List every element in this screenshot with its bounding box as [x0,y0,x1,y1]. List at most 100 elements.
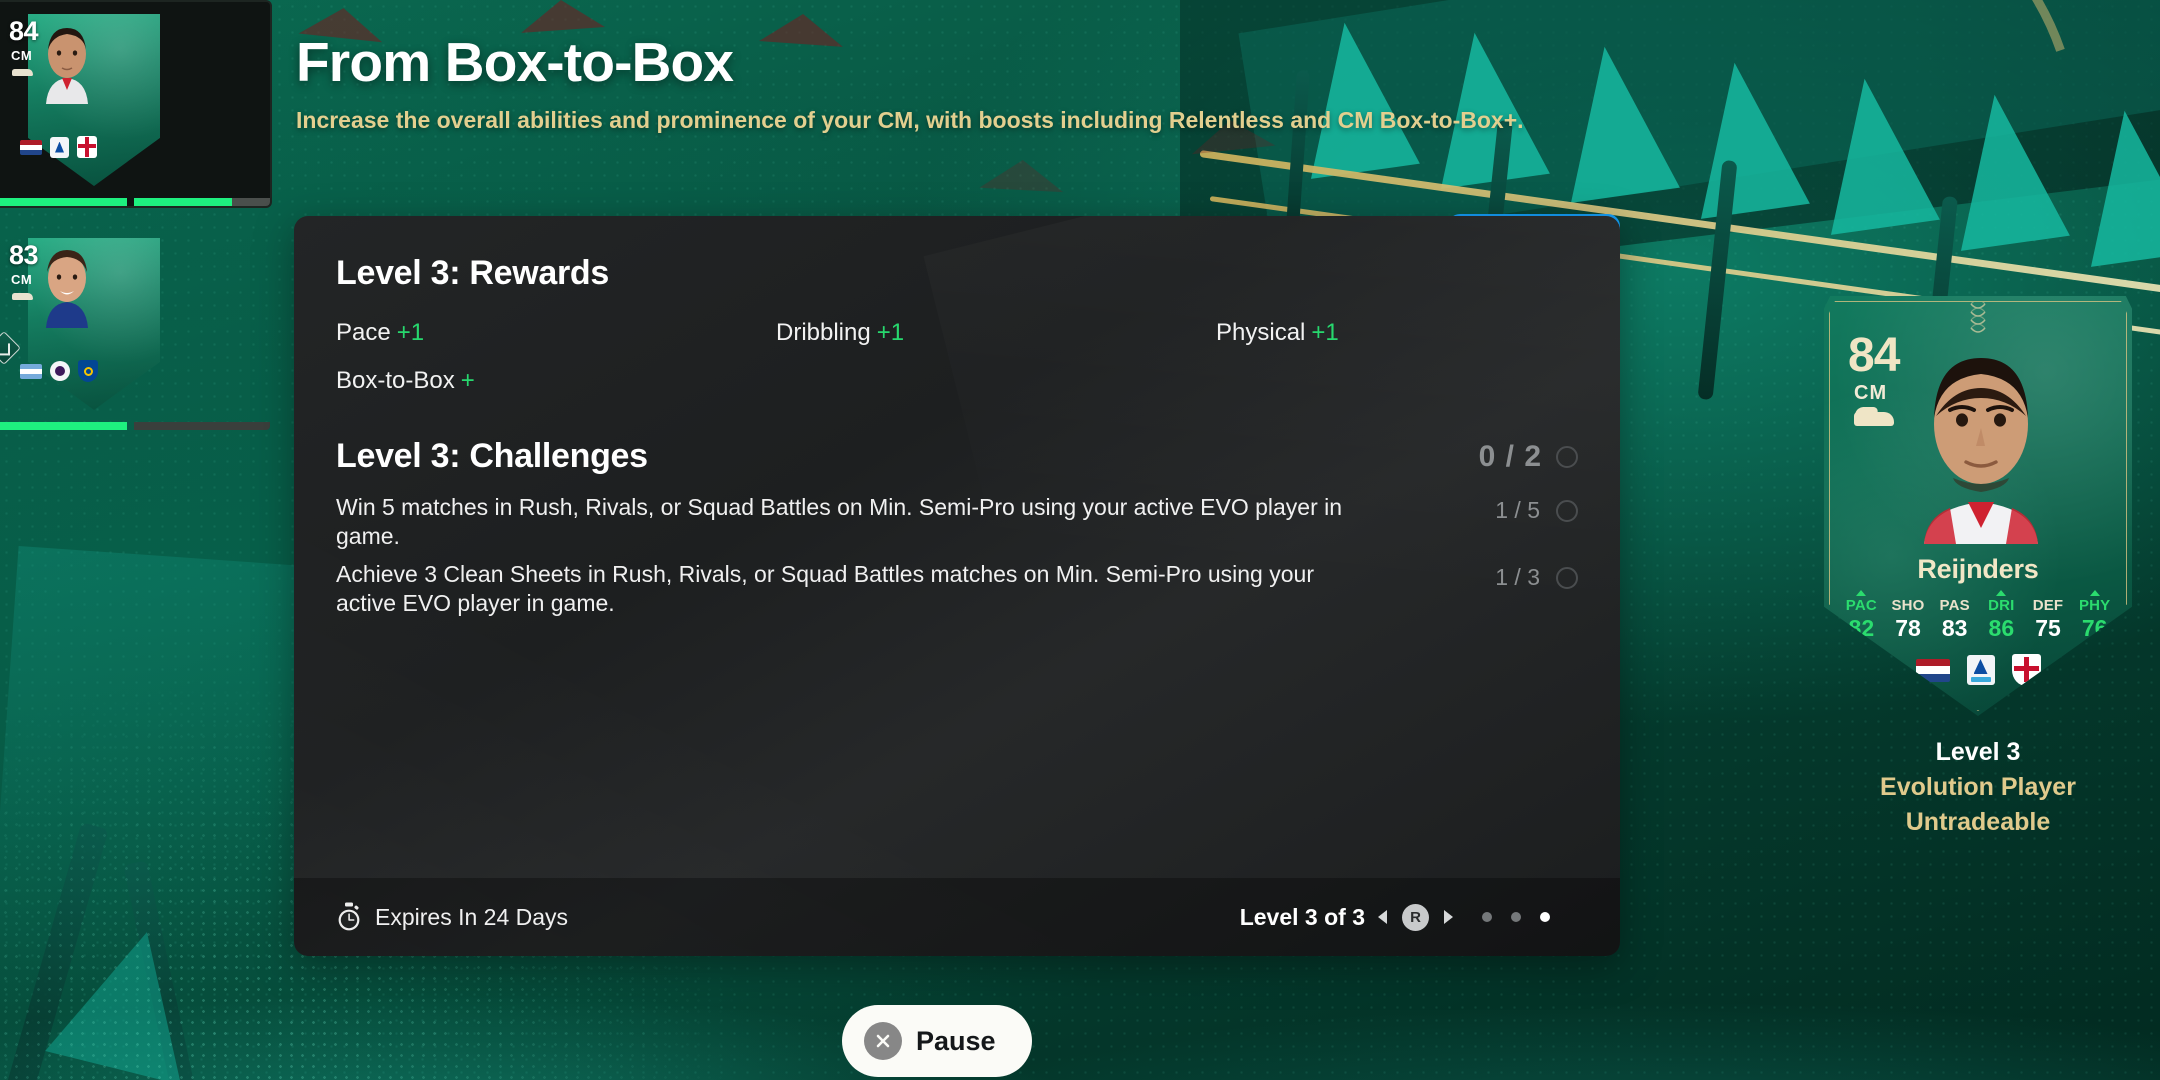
stat-key: PAC [1845,597,1877,614]
app-stage: 84 CM 83 CM From Box-to-Box Increase the… [0,0,2160,1080]
challenges-counter: 0 / 2 [1479,440,1578,474]
stopwatch-icon [338,902,360,931]
progress-ring-icon [1556,566,1578,589]
challenges-title: Level 3: Challenges [336,437,648,475]
rewards-title: Level 3: Rewards [336,254,609,292]
evolution-arrow-icon [0,331,21,365]
stat-value: 78 [1895,615,1921,641]
level-dot-1[interactable] [1482,912,1492,922]
player-name: Reijnders [1917,554,2039,584]
panel-footer: Expires In 24 Days Level 3 of 3 R [294,878,1620,956]
next-level-icon[interactable] [1444,910,1453,924]
reward-label: Box-to-Box [336,367,455,394]
stat-up-arrow-icon [2089,590,2100,596]
stat-up-arrow-icon [1856,590,1867,596]
challenges-list: Win 5 matches in Rush, Rivals, or Squad … [336,490,1578,624]
close-circle-icon [864,1022,902,1060]
stat-value: 75 [2035,615,2061,641]
sidebar-card-0[interactable]: 84 CM [0,0,272,208]
challenge-progress: 1 / 3 [1495,564,1540,591]
sidebar-card-progress [0,422,270,430]
boot-icon [12,69,33,76]
level-dot-2[interactable] [1511,912,1521,922]
sidebar-card-badges [20,136,97,158]
challenge-description: Achieve 3 Clean Sheets in Rush, Rivals, … [336,561,1314,616]
stat-pac: PAC 82 [1838,590,1885,642]
challenge-progress: 1 / 5 [1495,497,1540,523]
challenge-progress-group: 1 / 5 [1495,493,1578,524]
reward-value: +1 [876,319,905,346]
sidebar-card-position: CM [11,48,33,63]
club-milano-fc-icon [2011,654,2041,686]
challenge-row: Win 5 matches in Rush, Rivals, or Squad … [336,490,1578,557]
player-type: Evolution Player [1880,773,2076,801]
flag-netherlands-icon [1915,658,1950,682]
page-subtitle: Increase the overall abilities and promi… [296,106,1524,133]
sidebar-card-position: CM [11,272,33,287]
stat-sho: SHO 78 [1885,590,1932,642]
stat-phy: PHY 76 [2071,590,2118,642]
expiry-group: Expires In 24 Days [336,902,568,932]
stat-def: DEF 75 [2025,590,2072,642]
league-serie-a-icon [50,136,69,158]
r-bumper-button[interactable]: R [1402,903,1429,931]
expiry-label: Expires In 24 Days [375,903,569,930]
player-portrait [46,28,88,104]
stat-value: 83 [1941,615,1968,641]
level-dots [1482,912,1550,922]
player-stats: PAC 82 SHO 78 PAS 83 DRI 86 DEF 75 PHY 7… [1838,590,2118,642]
player-meta: Level 3 Evolution Player Untradeable [1824,738,2132,837]
reward-item-dribbling: Dribbling +1 [776,319,1216,347]
stat-key: PHY [2078,597,2111,614]
reward-value: + [460,367,475,394]
reward-item-pace: Pace +1 [336,319,776,347]
sidebar-card-1[interactable]: 83 CM [0,224,272,432]
player-level: Level 3 [1935,738,2021,766]
sidebar-card-progress [0,198,270,206]
boot-icon [12,293,33,300]
player-portrait [46,250,88,328]
reward-item-box-to-box: Box-to-Box + [336,367,776,395]
flag-argentina-icon [20,363,42,379]
background-shard [979,157,1065,193]
league-premier-league-icon [50,361,70,381]
challenges-count-text: 0 / 2 [1478,439,1542,473]
challenge-row: Achieve 3 Clean Sheets in Rush, Rivals, … [336,557,1578,624]
level-dot-3[interactable] [1540,912,1550,922]
progress-ring-icon [1556,445,1578,468]
player-preview: 84 CM Reijnders PAC 82 SHO 78 PAS 83 DRI… [1824,296,2144,837]
league-serie-a-icon [1966,655,1995,685]
reward-label: Dribbling [776,319,871,346]
reward-item-physical: Physical +1 [1216,319,1578,347]
sidebar-player-list[interactable]: 84 CM 83 CM [0,0,272,432]
rewards-grid: Pace +1 Dribbling +1 Physical +1 Box-to-Box… [336,319,1578,395]
stat-key: DRI [1988,597,2015,614]
level-nav-label: Level 3 of 3 [1239,903,1365,930]
reward-label: Physical [1216,319,1306,346]
sidebar-card-badges [20,360,98,382]
reward-label: Pace [336,319,391,346]
stat-dri: DRI 86 [1978,590,2025,642]
stat-key: PAS [1939,597,1970,614]
stat-key: DEF [2032,597,2064,614]
sidebar-card-rating: 84 [9,16,39,46]
club-milano-fc-icon [77,136,97,158]
sidebar-card-rating: 83 [9,240,39,270]
flag-netherlands-icon [20,139,42,155]
pause-button[interactable]: Pause [842,1005,1032,1077]
challenge-progress-group: 1 / 3 [1495,560,1578,591]
reward-value: +1 [396,319,425,346]
stat-up-arrow-icon [1996,590,2007,596]
challenge-description: Win 5 matches in Rush, Rivals, or Squad … [336,494,1343,549]
challenges-header: Level 3: Challenges 0 / 2 [336,437,1578,476]
level-navigator[interactable]: Level 3 of 3 R [1239,903,1550,931]
stat-value: 82 [1848,615,1875,641]
club-chelsea-icon [78,360,98,382]
prev-level-icon[interactable] [1378,910,1387,924]
reward-value: +1 [1311,319,1339,346]
player-tradeable: Untradeable [1905,808,2051,836]
stat-pas: PAS 83 [1931,590,1978,642]
player-card: 84 CM Reijnders PAC 82 SHO 78 PAS 83 DRI… [1824,296,2132,716]
page-header: From Box-to-Box Increase the overall abi… [296,33,1626,136]
evolution-detail-panel: Level 3: Rewards Pace +1 Dribbling +1 Phys… [294,216,1620,956]
